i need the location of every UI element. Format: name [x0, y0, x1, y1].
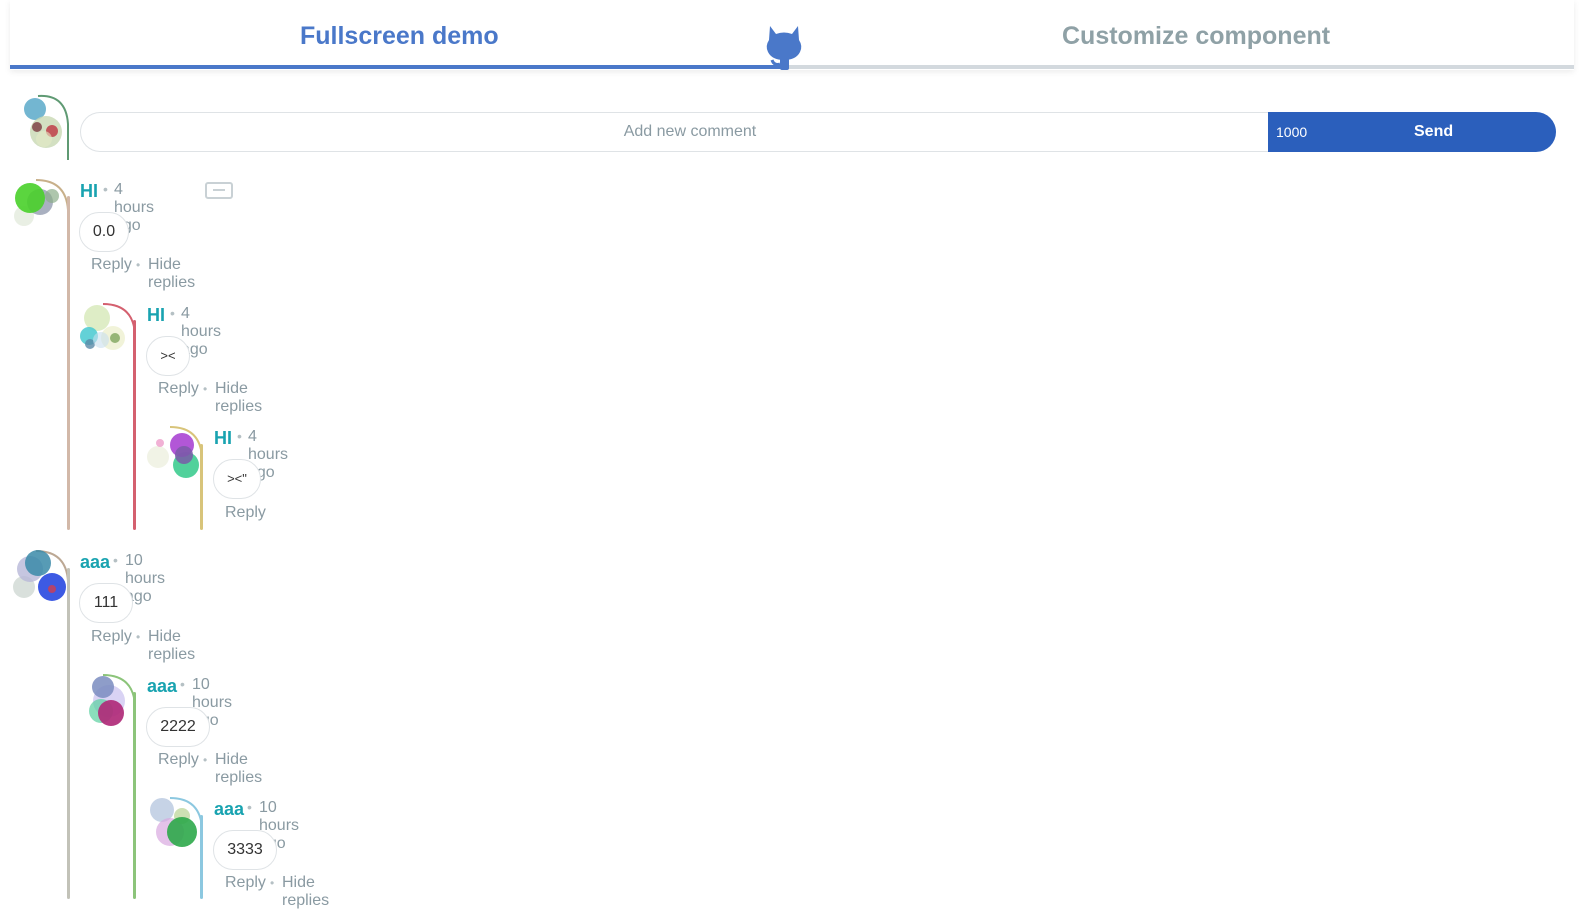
- thread-line: [133, 320, 136, 530]
- thread-line: [67, 196, 70, 530]
- avatar: [147, 426, 202, 478]
- tab-fullscreen-demo[interactable]: Fullscreen demo: [300, 22, 499, 51]
- separator-dot: •: [103, 181, 108, 197]
- thread-line: [67, 568, 70, 899]
- reply-button[interactable]: Reply: [225, 504, 266, 522]
- hide-replies-button[interactable]: Hide replies: [148, 628, 195, 664]
- comment-author[interactable]: HI: [214, 428, 232, 449]
- avatar: [14, 179, 68, 226]
- comment-text: ><: [146, 336, 190, 376]
- tab-divider: [782, 65, 1574, 69]
- new-comment-input[interactable]: Add new comment: [80, 112, 1299, 152]
- comment-author[interactable]: HI: [80, 181, 98, 202]
- thread-line: [200, 444, 203, 530]
- thread-line: [133, 692, 136, 899]
- separator-dot: •: [203, 753, 208, 767]
- comment-text: 3333: [213, 830, 277, 870]
- reply-button[interactable]: Reply: [225, 874, 266, 892]
- separator-dot: •: [180, 676, 185, 692]
- reply-button[interactable]: Reply: [158, 380, 199, 398]
- thread-line: [200, 815, 203, 899]
- hide-replies-button[interactable]: Hide replies: [215, 380, 262, 416]
- hide-replies-button[interactable]: Hide replies: [282, 874, 329, 910]
- comment-text: ><": [213, 459, 261, 499]
- comment-author[interactable]: aaa: [147, 676, 177, 697]
- avatar: [89, 674, 135, 726]
- separator-dot: •: [203, 382, 208, 396]
- comment-text: 0.0: [79, 212, 129, 252]
- separator-dot: •: [237, 428, 242, 444]
- reply-button[interactable]: Reply: [158, 751, 199, 769]
- separator-dot: •: [136, 258, 141, 272]
- hide-replies-button[interactable]: Hide replies: [148, 256, 195, 292]
- separator-dot: •: [136, 630, 141, 644]
- active-tab-indicator: [10, 65, 782, 69]
- comment-author[interactable]: aaa: [80, 552, 110, 573]
- top-nav: Fullscreen demo Customize component: [10, 0, 1574, 70]
- avatar: [80, 303, 135, 350]
- send-button[interactable]: 1000 Send: [1268, 112, 1556, 152]
- comment-text: 2222: [146, 707, 210, 747]
- reply-button[interactable]: Reply: [91, 628, 132, 646]
- comment-author[interactable]: aaa: [214, 799, 244, 820]
- separator-dot: •: [270, 876, 275, 890]
- char-count: 1000: [1276, 124, 1308, 140]
- reply-button[interactable]: Reply: [91, 256, 132, 274]
- tab-customize-component[interactable]: Customize component: [1062, 22, 1330, 51]
- hide-replies-button[interactable]: Hide replies: [215, 751, 262, 787]
- comment-author[interactable]: HI: [147, 305, 165, 326]
- user-avatar: [24, 94, 69, 160]
- separator-dot: •: [113, 552, 118, 568]
- separator-dot: •: [247, 799, 252, 815]
- send-label: Send: [1414, 123, 1454, 140]
- avatar: [150, 797, 202, 847]
- comment-text: 111: [79, 583, 133, 623]
- separator-dot: •: [170, 305, 175, 321]
- avatar: [13, 550, 68, 601]
- github-octocat-icon[interactable]: [762, 20, 806, 72]
- collapse-icon[interactable]: [205, 182, 233, 199]
